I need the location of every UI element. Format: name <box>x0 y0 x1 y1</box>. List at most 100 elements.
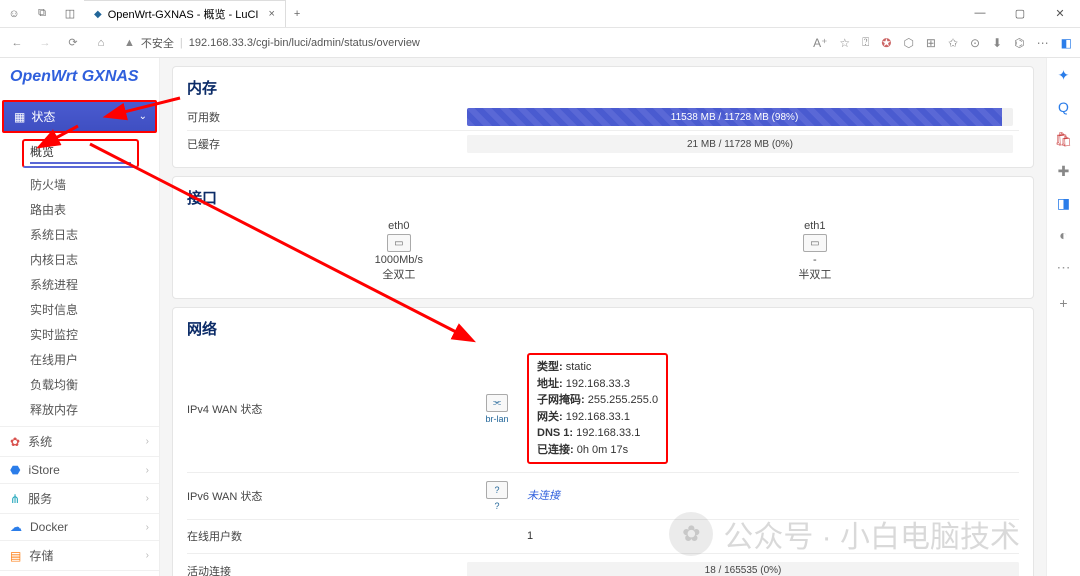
wallet-icon[interactable]: ⍰ <box>862 35 869 50</box>
chevron-right-icon: › <box>146 465 149 476</box>
forward-icon[interactable]: → <box>36 37 54 49</box>
fav-icon[interactable]: ✩ <box>948 36 958 50</box>
more-icon[interactable]: ⋯ <box>1055 258 1073 276</box>
sidebar-sub-firewall[interactable]: 防火墙 <box>0 172 159 197</box>
chevron-right-icon: › <box>146 550 149 561</box>
tools-icon[interactable]: ✚ <box>1055 162 1073 180</box>
sidebar-submenu: 概览 防火墙 路由表 系统日志 内核日志 系统进程 实时信息 实时监控 在线用户… <box>0 133 159 426</box>
favicon-icon: ◆ <box>94 9 102 20</box>
interface-title: 接口 <box>187 187 1019 208</box>
iface-eth0: eth0 ▭ 1000Mb/s 全双工 <box>375 220 423 282</box>
minimize-icon[interactable]: — <box>960 7 1000 20</box>
wan4-row: IPv4 WAN 状态 ⫘ br-lan 类型: static 地址: 192.… <box>187 345 1019 472</box>
app-root: OpenWrt GXNAS ▦ 状态 ⌄ 概览 防火墙 路由表 系统日志 内核日… <box>0 58 1046 576</box>
wan4-highlight-box: 类型: static 地址: 192.168.33.3 子网掩码: 255.25… <box>527 353 668 464</box>
window-controls: — ▢ ✕ <box>960 7 1080 20</box>
sidebar-sub-syslog[interactable]: 系统日志 <box>0 222 159 247</box>
sidebar-sub-overview[interactable]: 概览 <box>22 139 139 168</box>
reward-icon[interactable]: ✪ <box>881 36 891 50</box>
url-box[interactable]: ▲ 不安全 | 192.168.33.3/cgi-bin/luci/admin/… <box>124 35 420 51</box>
sidebar-sub-realtime[interactable]: 实时信息 <box>0 297 159 322</box>
chevron-down-icon: ⌄ <box>139 111 147 122</box>
grid-icon: ▦ <box>14 110 25 124</box>
active-tab[interactable]: ◆ OpenWrt-GXNAS - 概览 - LuCI × <box>84 0 286 27</box>
address-bar: ← → ⟳ ⌂ ▲ 不安全 | 192.168.33.3/cgi-bin/luc… <box>0 28 1080 58</box>
cloud-icon: ☁ <box>10 520 22 534</box>
copilot-icon[interactable]: ◧ <box>1061 36 1072 50</box>
sidebar-item-control[interactable]: ▧管控› <box>0 570 159 576</box>
refresh-icon[interactable]: ⟳ <box>64 36 82 49</box>
link-icon: ⋔ <box>10 492 20 506</box>
sidebar-item-docker[interactable]: ☁Docker› <box>0 513 159 540</box>
wan6-row: IPv6 WAN 状态 ? ? 未连接 <box>187 472 1019 519</box>
edge-sidebar: ✦ Q 🛍 ✚ ◨ ◐ ⋯ + <box>1046 58 1080 576</box>
cached-bar: 21 MB / 11728 MB (0%) <box>467 135 1013 153</box>
content: 内存 可用数 11538 MB / 11728 MB (98%) 已缓存 21 … <box>160 58 1046 576</box>
online-row: 在线用户数 1 <box>187 519 1019 553</box>
iface-eth1: eth1 ▭ - 半双工 <box>798 220 831 282</box>
menu-icon[interactable]: ⋯ <box>1037 36 1049 50</box>
chevron-right-icon: › <box>146 522 149 533</box>
mute-icon[interactable]: ◫ <box>56 7 84 20</box>
close-tab-icon[interactable]: × <box>268 8 274 20</box>
sidebar-item-istore[interactable]: ⬣iStore› <box>0 456 159 483</box>
extensions-icon[interactable]: ⌬ <box>1014 36 1024 50</box>
security-warn-icon: ▲ <box>124 37 135 49</box>
conn-bar: 18 / 165535 (0%) <box>467 562 1019 576</box>
home-icon[interactable]: ⌂ <box>92 37 110 49</box>
disk-icon: ▤ <box>10 549 21 563</box>
text-size-icon[interactable]: A⁺ <box>813 36 827 50</box>
cube-icon: ⬣ <box>10 463 20 477</box>
browser-tab-bar: ☺ ⧉ ◫ ◆ OpenWrt-GXNAS - 概览 - LuCI × + — … <box>0 0 1080 28</box>
browser-smile-icon[interactable]: ☺ <box>0 8 28 20</box>
sidebar-sub-kernellog[interactable]: 内核日志 <box>0 247 159 272</box>
memory-panel: 内存 可用数 11538 MB / 11728 MB (98%) 已缓存 21 … <box>172 66 1034 168</box>
tab-title: OpenWrt-GXNAS - 概览 - LuCI <box>108 6 259 22</box>
url-text: 192.168.33.3/cgi-bin/luci/admin/status/o… <box>189 37 420 49</box>
shopping-icon[interactable]: 🛍 <box>1055 130 1073 148</box>
sidebar-item-services[interactable]: ⋔服务› <box>0 483 159 513</box>
gear-icon: ✿ <box>10 435 20 449</box>
avail-bar: 11538 MB / 11728 MB (98%) <box>467 108 1013 126</box>
sidebar-sub-load[interactable]: 负载均衡 <box>0 372 159 397</box>
sidebar-sub-monitor[interactable]: 实时监控 <box>0 322 159 347</box>
sidebar-item-system[interactable]: ✿系统› <box>0 426 159 456</box>
sidebar: OpenWrt GXNAS ▦ 状态 ⌄ 概览 防火墙 路由表 系统日志 内核日… <box>0 58 160 576</box>
network-panel: 网络 IPv4 WAN 状态 ⫘ br-lan 类型: static 地址: 1… <box>172 307 1034 576</box>
maximize-icon[interactable]: ▢ <box>1000 7 1040 20</box>
bridge-icon: ⫘ <box>486 394 508 412</box>
sidebar-sub-processes[interactable]: 系统进程 <box>0 272 159 297</box>
chevron-right-icon: › <box>146 493 149 504</box>
interface-panel: 接口 eth0 ▭ 1000Mb/s 全双工 eth1 ▭ - 半双工 <box>172 176 1034 299</box>
unknown-icon: ? <box>486 481 508 499</box>
sidebar-item-status[interactable]: ▦ 状态 ⌄ <box>2 100 157 133</box>
sidebar-sub-routes[interactable]: 路由表 <box>0 197 159 222</box>
security-text: 不安全 <box>141 35 174 51</box>
add-icon[interactable]: + <box>1055 294 1073 312</box>
sidebar-sub-online[interactable]: 在线用户 <box>0 347 159 372</box>
sidebar-item-storage[interactable]: ▤存储› <box>0 540 159 570</box>
avail-label: 可用数 <box>187 109 467 125</box>
outlook-icon[interactable]: ◨ <box>1055 194 1073 212</box>
chevron-right-icon: › <box>146 436 149 447</box>
ext1-icon[interactable]: ⬡ <box>903 36 913 50</box>
game-icon[interactable]: ◐ <box>1055 226 1073 244</box>
back-icon[interactable]: ← <box>8 37 26 49</box>
history-icon[interactable]: ⊙ <box>970 36 980 50</box>
port-icon: ▭ <box>387 234 411 252</box>
new-tab-button[interactable]: + <box>286 8 308 20</box>
ext2-icon[interactable]: ⊞ <box>926 36 936 50</box>
chat-icon[interactable]: ✦ <box>1055 66 1073 84</box>
search-icon[interactable]: Q <box>1055 98 1073 116</box>
workspace-icon[interactable]: ⧉ <box>28 7 56 20</box>
sidebar-sub-free[interactable]: 释放内存 <box>0 397 159 422</box>
close-window-icon[interactable]: ✕ <box>1040 7 1080 20</box>
network-title: 网络 <box>187 318 1019 339</box>
download-icon[interactable]: ⬇ <box>992 36 1002 50</box>
port-icon: ▭ <box>803 234 827 252</box>
conn-row: 活动连接 18 / 165535 (0%) <box>187 553 1019 576</box>
memory-title: 内存 <box>187 77 1019 98</box>
brand: OpenWrt GXNAS <box>0 58 159 96</box>
cached-label: 已缓存 <box>187 136 467 152</box>
star-icon[interactable]: ☆ <box>839 36 850 50</box>
